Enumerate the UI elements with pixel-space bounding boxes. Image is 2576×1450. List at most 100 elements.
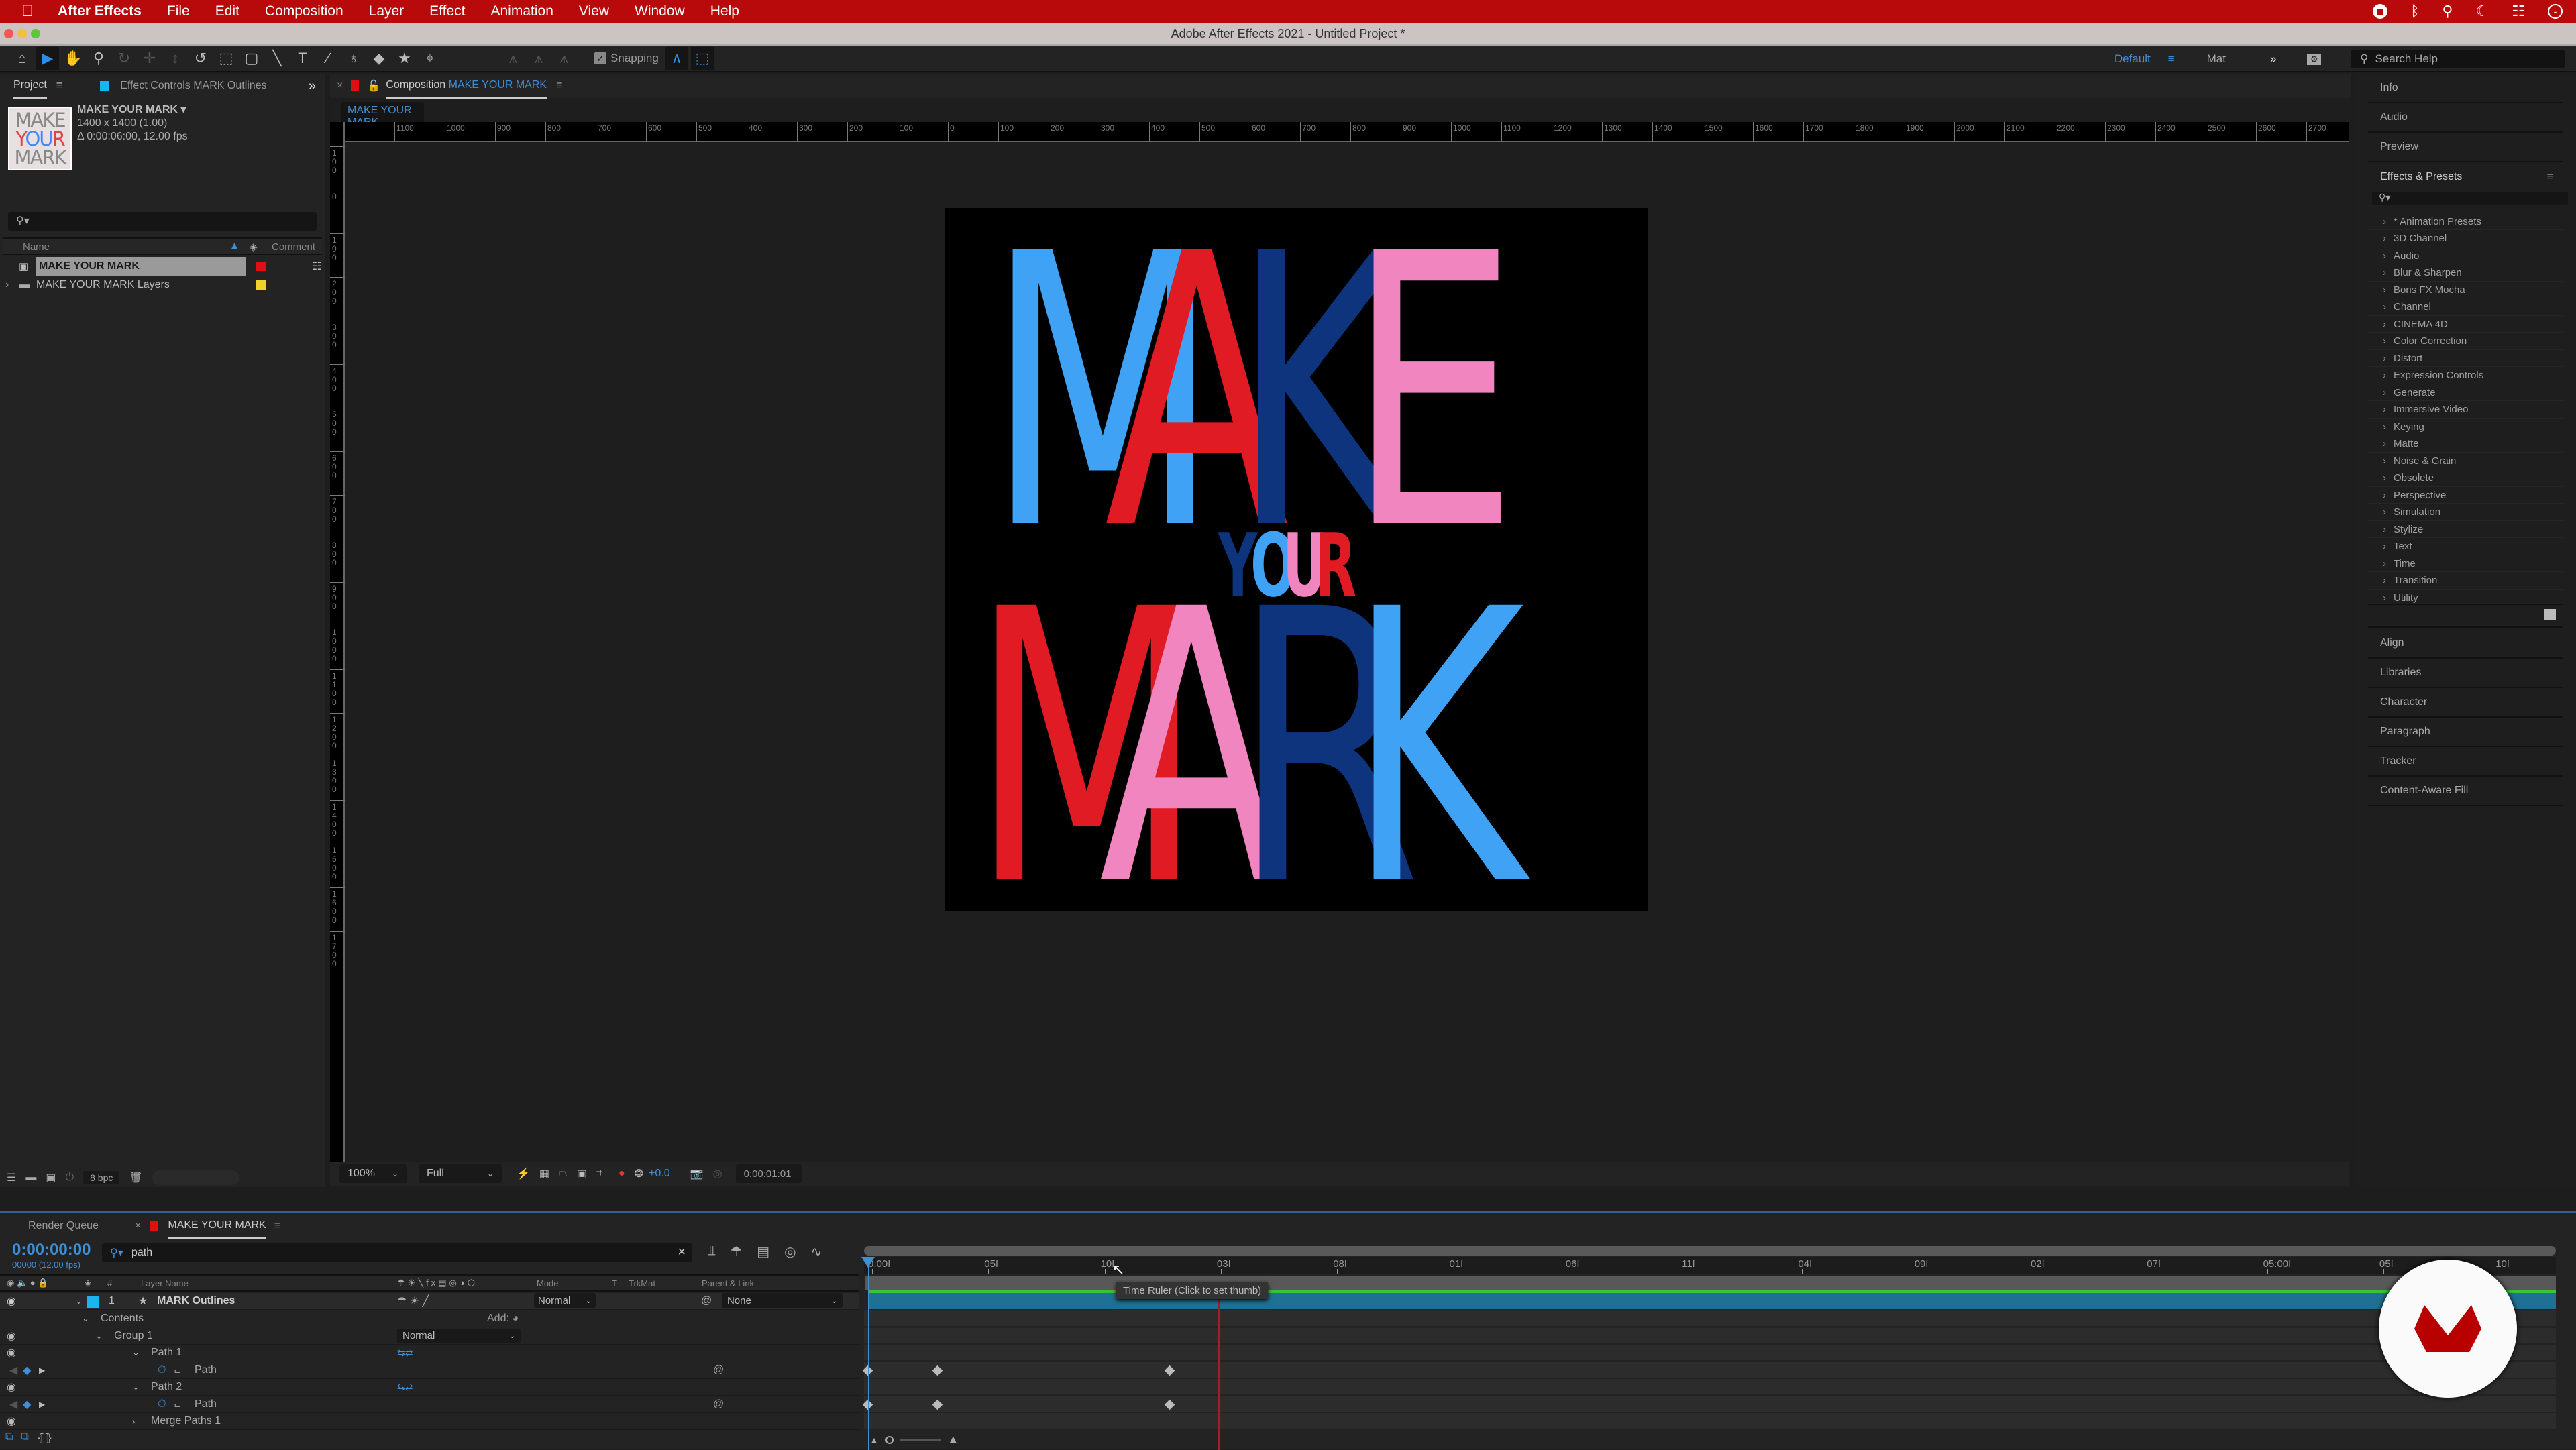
comp-mini-flowchart-icon[interactable]: ⫫ <box>708 1243 715 1260</box>
do-not-disturb-icon[interactable]: ☾ <box>2476 3 2489 20</box>
effects-menu-icon[interactable]: ≡ <box>2547 171 2553 183</box>
axis-world-icon[interactable]: ⩚ <box>527 47 550 70</box>
pickwhip-icon[interactable]: @ <box>701 1295 712 1307</box>
playhead[interactable] <box>868 1258 869 1450</box>
motion-blur-icon[interactable]: ◎ <box>784 1243 796 1260</box>
effects-category[interactable]: › Matte <box>2368 436 2563 453</box>
effects-category[interactable]: › Simulation <box>2368 504 2563 521</box>
timeline-menu-icon[interactable]: ≡ <box>274 1220 280 1232</box>
keyframe[interactable] <box>1164 1399 1175 1410</box>
graph-editor-icon[interactable]: ∿ <box>811 1243 822 1260</box>
lock-icon[interactable]: 🔓 <box>367 79 380 93</box>
workspace-menu-icon[interactable]: ≡ <box>2168 52 2175 66</box>
effects-category[interactable]: › Generate <box>2368 384 2563 401</box>
comp-info-name[interactable]: MAKE YOUR MARK ▾ <box>77 103 188 117</box>
roto-brush-tool-icon[interactable]: ★ <box>393 47 416 70</box>
snap-edges-icon[interactable]: ∧ <box>665 47 688 70</box>
effects-search-input[interactable]: ⚲▾ <box>2372 192 2568 205</box>
panel-libraries[interactable]: Libraries <box>2368 659 2563 688</box>
new-folder-icon[interactable] <box>2544 609 2556 620</box>
layer-mode-dropdown[interactable]: Normal ⌄ <box>534 1293 596 1308</box>
expand-chevron-icon[interactable]: › <box>2383 216 2394 227</box>
graph-icon[interactable]: ⨽ <box>174 1398 180 1410</box>
pickwhip-icon[interactable]: @ <box>713 1398 724 1410</box>
group-blend-mode-dropdown[interactable]: Normal ⌄ <box>397 1328 521 1343</box>
current-time-display[interactable]: 0:00:01:01 <box>735 1164 802 1183</box>
brush-tool-icon[interactable]: ∕ <box>317 47 339 70</box>
panel-character[interactable]: Character <box>2368 688 2563 718</box>
expand-chevron-icon[interactable]: › <box>2383 472 2394 484</box>
stopwatch-icon[interactable]: ⏱ <box>158 1398 166 1410</box>
panel-audio[interactable]: Audio <box>2368 103 2563 133</box>
panel-overflow-icon[interactable]: » <box>309 78 316 94</box>
panel-paragraph[interactable]: Paragraph <box>2368 718 2563 747</box>
effects-category[interactable]: › Channel <box>2368 299 2563 316</box>
zoom-in-icon[interactable]: ▲ <box>947 1433 959 1447</box>
axis-local-icon[interactable]: ⩚ <box>502 47 525 70</box>
frame-blending-icon[interactable]: ▤ <box>757 1243 769 1260</box>
minimize-window-button[interactable] <box>17 29 27 38</box>
effects-category[interactable]: › Immersive Video <box>2368 402 2563 419</box>
collapse-chevron-icon[interactable]: ⌄ <box>95 1331 103 1341</box>
tab-render-queue[interactable]: Render Queue <box>28 1220 99 1232</box>
expand-chevron-icon[interactable]: › <box>2383 421 2394 433</box>
axis-view-icon[interactable]: ⩚ <box>553 47 576 70</box>
stopwatch-icon[interactable]: ⏱ <box>158 1364 166 1376</box>
keyframe[interactable] <box>932 1399 943 1410</box>
expand-chevron-icon[interactable]: › <box>2383 592 2394 604</box>
timecode-display[interactable]: 0:00:00:00 <box>12 1241 91 1260</box>
expand-chevron-icon[interactable]: › <box>132 1416 135 1427</box>
expand-chevron-icon[interactable]: › <box>2383 319 2394 330</box>
panel-info[interactable]: Info <box>2368 74 2563 103</box>
region-of-interest-icon[interactable]: ▣ <box>577 1167 587 1180</box>
effects-category[interactable]: › Color Correction <box>2368 333 2563 350</box>
expand-chevron-icon[interactable]: › <box>2383 541 2394 552</box>
eye-icon[interactable]: ◉ <box>7 1346 16 1359</box>
effects-category[interactable]: › Transition <box>2368 573 2563 590</box>
effects-category[interactable]: › Stylize <box>2368 521 2563 538</box>
column-mode[interactable]: Mode <box>537 1278 559 1288</box>
render-settings-icon[interactable]: ⏻ <box>65 1172 74 1184</box>
column-trkmat[interactable]: TrkMat <box>629 1278 655 1288</box>
property-row[interactable]: ◀ ◆ ▶ ⏱ ⨽ Path @ <box>0 1396 859 1413</box>
resolution-dropdown[interactable]: Full ⌄ <box>419 1164 502 1183</box>
timeline-track-row[interactable] <box>864 1413 2556 1430</box>
mask-path-visibility-icon[interactable]: ⏢ <box>559 1168 568 1180</box>
effects-category[interactable]: › Text <box>2368 539 2563 555</box>
in-out-toggle-icon[interactable]: ⦃⦄ <box>37 1431 52 1445</box>
expand-chevron-icon[interactable]: › <box>2383 387 2394 398</box>
expand-chevron-icon[interactable]: › <box>2383 284 2394 296</box>
workspace-default[interactable]: Default <box>2114 52 2151 66</box>
rotation-tool-icon[interactable]: ↺ <box>189 47 212 70</box>
expand-chevron-icon[interactable]: › <box>2383 506 2394 518</box>
snapping-checkbox[interactable]: ✓ <box>594 52 606 64</box>
timeline-track-row[interactable] <box>864 1379 2556 1396</box>
pan-behind-tool-icon[interactable]: ⬚ <box>215 47 237 70</box>
layer-name[interactable]: MARK Outlines <box>157 1295 235 1307</box>
bluetooth-icon[interactable]: ᛒ <box>2410 3 2419 20</box>
eye-icon[interactable]: ◉ <box>7 1414 16 1428</box>
keyframe[interactable] <box>1164 1365 1175 1376</box>
close-tab-icon[interactable]: × <box>135 1220 141 1232</box>
panel-preview[interactable]: Preview <box>2368 133 2563 162</box>
search-help-input[interactable]: ⚲ Search Help <box>2351 50 2565 68</box>
hand-tool-icon[interactable]: ✋ <box>62 47 85 70</box>
new-folder-icon[interactable]: ▬ <box>25 1172 36 1184</box>
snapshot-icon[interactable]: 📷 <box>690 1167 704 1180</box>
keyframe-toggle-icon[interactable]: ◆ <box>23 1398 31 1411</box>
column-comment[interactable]: Comment <box>272 241 315 253</box>
project-scrollbar[interactable] <box>152 1170 239 1185</box>
collapse-chevron-icon[interactable]: ⌄ <box>132 1347 140 1358</box>
timeline-track-row[interactable] <box>862 1361 2556 1379</box>
fast-previews-icon[interactable]: ⚡ <box>517 1167 530 1180</box>
menu-window[interactable]: Window <box>635 3 685 19</box>
tab-make-your-mark[interactable]: MAKE YOUR MARK <box>168 1214 266 1239</box>
workspace-settings-icon[interactable]: ⚙ <box>2307 53 2321 65</box>
clear-search-icon[interactable]: × <box>678 1245 686 1260</box>
path-direction-icon[interactable]: ⇆⇄ <box>397 1382 413 1393</box>
menu-file[interactable]: File <box>167 3 190 19</box>
tab-effect-controls[interactable]: Effect Controls MARK Outlines <box>120 80 266 92</box>
eye-icon[interactable]: ◉ <box>7 1329 16 1343</box>
menu-effect[interactable]: Effect <box>429 3 465 19</box>
pan-camera-icon[interactable]: ✛ <box>138 47 161 70</box>
